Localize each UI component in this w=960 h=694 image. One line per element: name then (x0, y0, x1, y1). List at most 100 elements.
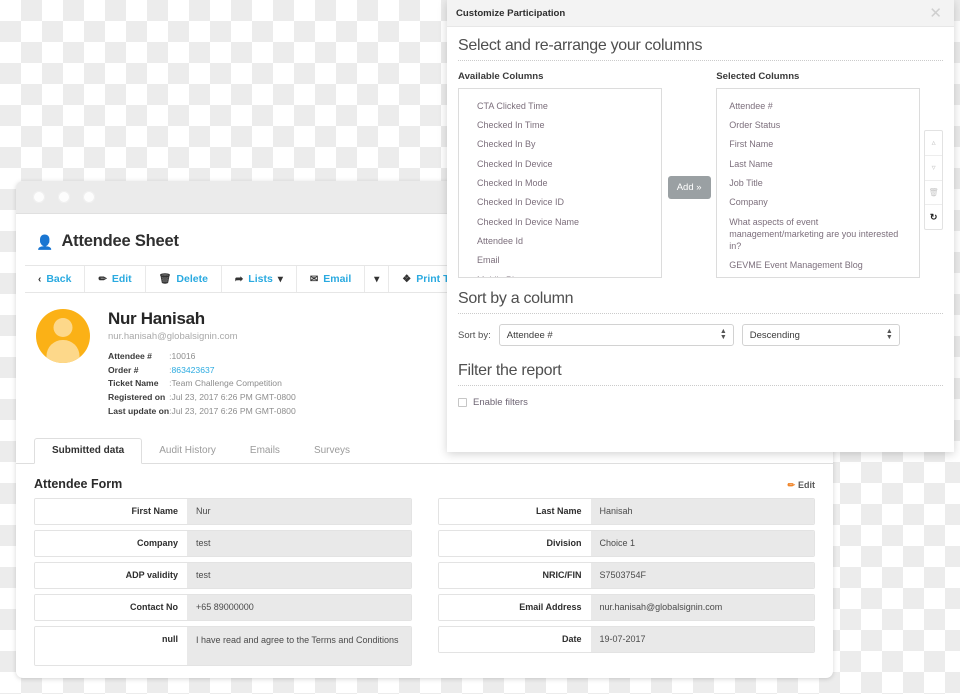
table-row: Last Name Hanisah (437, 497, 815, 525)
spinner-icon: ▲ ▼ (719, 328, 727, 341)
tab-audit-history[interactable]: Audit History (142, 438, 233, 464)
form-edit-link[interactable]: ✏ Edit (787, 480, 815, 491)
page-title: Attendee Sheet (61, 232, 179, 250)
attendee-meta-table: Attendee # : 10016 Order # : 863423637 T… (108, 349, 296, 419)
selected-columns-block: Selected Columns Attendee # Order Status… (716, 71, 921, 278)
trash-icon: 🗑 (158, 273, 172, 285)
columns-section-heading: Select and re-arrange your columns (458, 37, 703, 54)
back-button[interactable]: ‹ Back (25, 266, 86, 292)
filter-section-heading: Filter the report (458, 362, 562, 379)
list-reorder-controls: ▵ ▿ 🗑 ↻ (924, 130, 943, 230)
sort-section-heading: Sort by a column (458, 290, 574, 307)
remove-trash-icon[interactable]: 🗑 (925, 181, 942, 206)
tab-surveys[interactable]: Surveys (297, 438, 367, 464)
sort-controls-row: Sort by: Attendee # ▲ ▼ Descending ▲ ▼ (458, 324, 943, 346)
caret-down-icon: ▾ (277, 273, 283, 285)
back-button-label: Back (46, 273, 72, 285)
window-close-dot[interactable] (33, 191, 45, 203)
list-item[interactable]: CTA Clicked Time (459, 96, 661, 115)
email-button[interactable]: ✉ Email (297, 266, 366, 292)
sort-direction-select[interactable]: Descending ▲ ▼ (741, 324, 900, 346)
enable-filters-checkbox[interactable] (458, 398, 467, 407)
field-value: test (187, 530, 411, 556)
list-item[interactable]: Job Title (717, 173, 919, 192)
list-item[interactable]: Checked In Device (459, 154, 661, 173)
tab-label: Audit History (159, 445, 216, 457)
table-row: Last update on : Jul 23, 2017 6:26 PM GM… (108, 405, 296, 419)
table-row: First Name Nur (34, 497, 412, 525)
delete-button-label: Delete (176, 273, 208, 285)
table-row: null I have read and agree to the Terms … (34, 625, 412, 666)
meta-value: Jul 23, 2017 6:26 PM GMT-0800 (171, 406, 296, 417)
field-value: Nur (187, 498, 411, 524)
list-item[interactable]: Attendee # (717, 96, 919, 115)
table-row: Company test (34, 529, 412, 557)
selected-columns-title: Selected Columns (716, 71, 800, 82)
meta-label: Order # (108, 364, 139, 375)
caret-down-icon: ▾ (374, 273, 380, 285)
list-item[interactable]: Checked In Time (459, 115, 661, 134)
reset-refresh-icon[interactable]: ↻ (925, 205, 942, 229)
list-item[interactable]: Checked In Device Name (459, 212, 661, 231)
list-item[interactable]: What aspects of event management/marketi… (717, 212, 919, 256)
field-label: Contact No (35, 594, 187, 620)
form-edit-label: Edit (798, 480, 815, 491)
available-columns-list[interactable]: CTA Clicked Time Checked In Time Checked… (458, 88, 663, 278)
list-item[interactable]: First Name (717, 135, 919, 154)
window-minimize-dot[interactable] (58, 191, 70, 203)
lists-button-label: Lists (248, 273, 273, 285)
email-dropdown-button[interactable]: ▾ (365, 266, 390, 292)
field-label: ADP validity (35, 562, 187, 588)
list-item[interactable]: Booths (717, 275, 919, 277)
enable-filters-row: Enable filters (458, 396, 943, 408)
modal-title: Customize Participation (456, 7, 566, 19)
table-row: ADP validity test (34, 561, 412, 589)
modal-header: Customize Participation ✕ (447, 0, 954, 27)
lists-button[interactable]: ➦ Lists ▾ (222, 266, 297, 292)
delete-button[interactable]: 🗑 Delete (146, 266, 222, 292)
attendee-form-header: Attendee Form ✏ Edit (16, 464, 833, 498)
meta-value: 10016 (171, 350, 196, 361)
field-value: 19-07-2017 (590, 626, 814, 652)
list-item[interactable]: Order Status (717, 115, 919, 134)
field-value: Hanisah (590, 498, 814, 524)
table-row: Email Address nur.hanisah@globalsignin.c… (437, 593, 815, 621)
list-item[interactable]: Checked In Device ID (459, 193, 661, 212)
list-item[interactable]: Last Name (717, 154, 919, 173)
move-down-icon[interactable]: ▿ (925, 156, 942, 181)
sort-by-label: Sort by: (458, 329, 491, 341)
tab-submitted-data[interactable]: Submitted data (34, 437, 143, 464)
add-button[interactable]: Add » (667, 176, 711, 199)
list-item[interactable]: Company (717, 193, 919, 212)
list-item[interactable]: Mobile Phone (459, 270, 661, 277)
order-number-link[interactable]: 863423637 (172, 363, 296, 377)
list-item[interactable]: Checked In By (459, 135, 661, 154)
tab-emails[interactable]: Emails (233, 438, 297, 464)
pencil-icon: ✏ (787, 479, 795, 490)
field-value: nur.hanisah@globalsignin.com (590, 594, 814, 620)
meta-label: Attendee # (108, 350, 152, 361)
list-item[interactable]: Attendee Id (459, 231, 661, 250)
window-maximize-dot[interactable] (83, 191, 95, 203)
spinner-icon: ▲ ▼ (885, 328, 893, 341)
avatar (36, 309, 90, 363)
chevron-left-icon: ‹ (38, 273, 42, 285)
field-label: Company (35, 530, 187, 556)
field-label: null (35, 626, 187, 665)
list-item[interactable]: Email (459, 251, 661, 270)
list-item[interactable]: GEVME Event Management Blog (717, 256, 919, 275)
meta-label: Ticket Name (108, 378, 159, 389)
customize-participation-modal: Customize Participation ✕ Select and re-… (447, 0, 954, 452)
table-row: Ticket Name : Team Challenge Competition (108, 377, 296, 391)
available-columns-block: Available Columns CTA Clicked Time Check… (458, 71, 663, 278)
move-up-icon[interactable]: ▵ (925, 131, 942, 156)
close-icon[interactable]: ✕ (929, 6, 942, 21)
selected-columns-list[interactable]: Attendee # Order Status First Name Last … (716, 88, 921, 278)
edit-button[interactable]: ✏ Edit (85, 266, 146, 292)
tab-label: Emails (249, 445, 280, 457)
field-label: NRIC/FIN (438, 562, 591, 588)
sort-column-select[interactable]: Attendee # ▲ ▼ (498, 324, 734, 346)
table-row: Division Choice 1 (437, 529, 815, 557)
meta-value: Jul 23, 2017 6:26 PM GMT-0800 (171, 392, 296, 403)
list-item[interactable]: Checked In Mode (459, 173, 661, 192)
